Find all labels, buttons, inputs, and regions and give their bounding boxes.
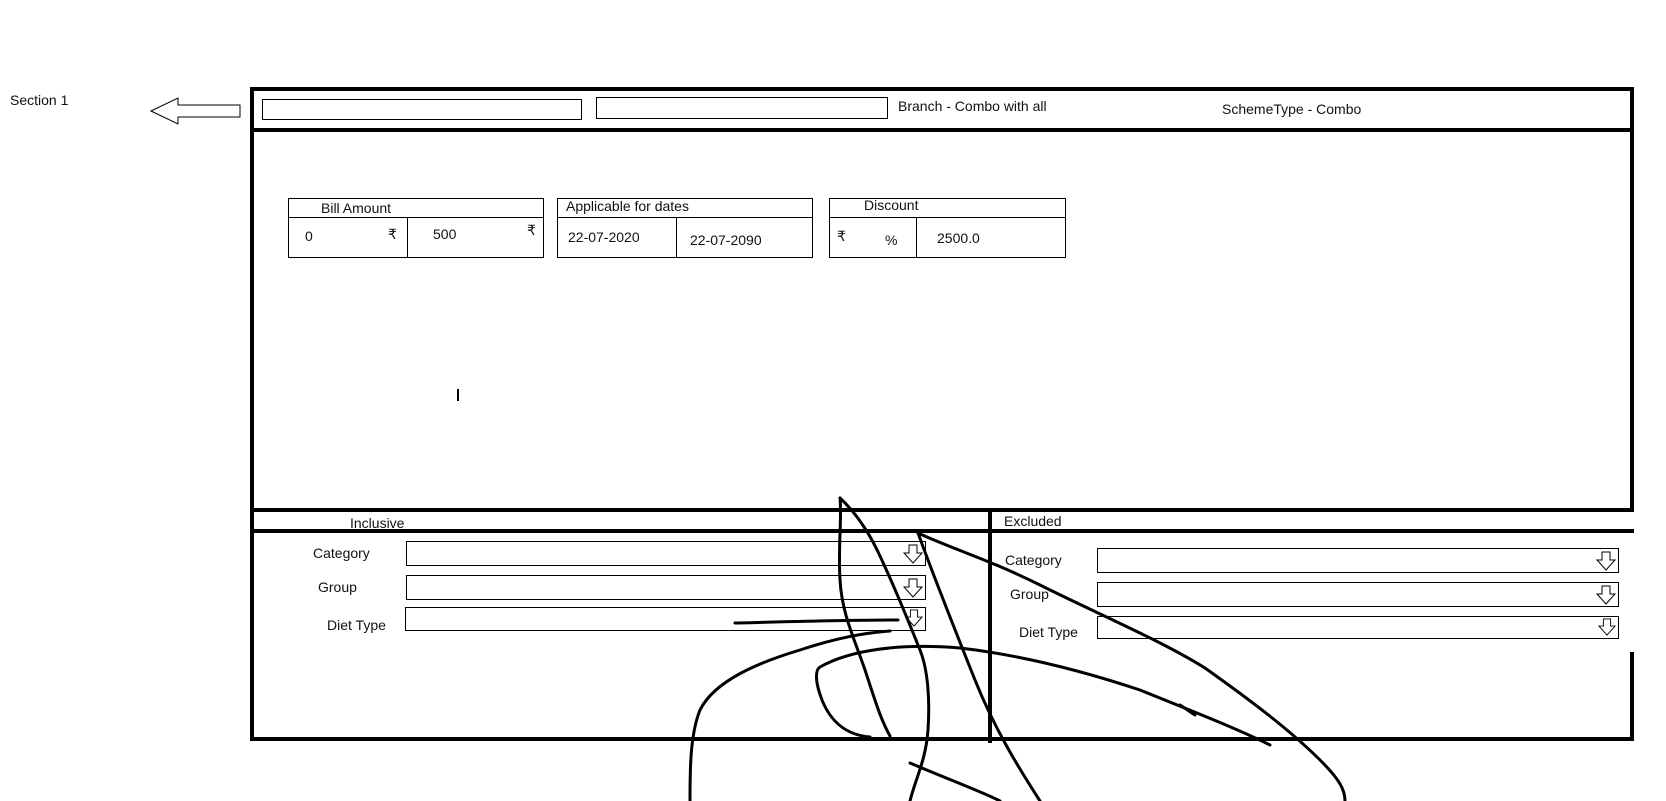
arrow-left-icon [150, 97, 241, 125]
dropdown-arrow-icon [1598, 618, 1616, 636]
stray-mark [457, 389, 459, 401]
dropdown-arrow-icon [905, 609, 923, 627]
dropdown-arrow-icon [903, 544, 923, 564]
rupee-icon: ₹ [388, 226, 397, 242]
dates-title: Applicable for dates [566, 198, 689, 214]
excluded-group-label: Group [1010, 586, 1049, 602]
dropdown-arrow-icon [903, 578, 923, 598]
inclusive-category-dropdown[interactable] [406, 541, 926, 566]
header-text-field-2[interactable] [596, 97, 888, 119]
excluded-group-dropdown[interactable] [1097, 582, 1619, 607]
excluded-category-dropdown[interactable] [1097, 548, 1619, 573]
excluded-diet-type-label: Diet Type [1019, 624, 1078, 640]
bill-amount-to-value[interactable]: 500 [433, 226, 456, 242]
excluded-category-label: Category [1005, 552, 1062, 568]
inclusive-group-dropdown[interactable] [406, 575, 926, 600]
discount-title: Discount [864, 197, 919, 213]
excluded-diet-type-dropdown[interactable] [1097, 616, 1619, 639]
inclusive-diet-type-label: Diet Type [327, 617, 386, 633]
inclusive-title: Inclusive [350, 515, 405, 531]
rupee-icon[interactable]: ₹ [837, 228, 846, 245]
rupee-icon: ₹ [527, 222, 536, 238]
inclusive-group-label: Group [318, 579, 357, 595]
date-from-value[interactable]: 22-07-2020 [568, 229, 640, 245]
discount-value[interactable]: 2500.0 [937, 230, 980, 246]
bill-amount-from-value[interactable]: 0 [305, 228, 313, 244]
branch-combo-label[interactable]: Branch - Combo with all [898, 98, 1047, 114]
section-label: Section 1 [10, 92, 69, 108]
date-to-value[interactable]: 22-07-2090 [690, 232, 762, 248]
header-text-field-1[interactable] [262, 99, 582, 120]
dropdown-arrow-icon [1596, 551, 1616, 571]
percent-icon[interactable]: % [885, 232, 897, 248]
inclusive-category-label: Category [313, 545, 370, 561]
bill-amount-title: Bill Amount [321, 200, 392, 216]
excluded-title: Excluded [1004, 513, 1062, 529]
inclusive-diet-type-dropdown[interactable] [405, 607, 926, 631]
scheme-type-combo-label[interactable]: SchemeType - Combo [1222, 101, 1361, 117]
dropdown-arrow-icon [1596, 585, 1616, 605]
